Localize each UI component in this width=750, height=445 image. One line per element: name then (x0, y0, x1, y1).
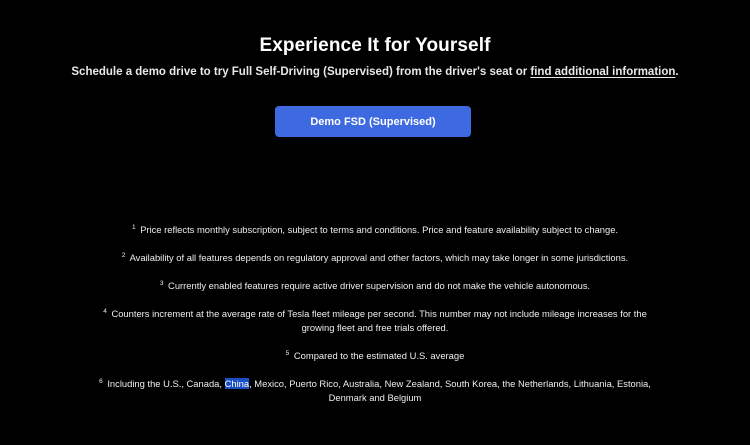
footnote-3: 3 Currently enabled features require act… (90, 279, 660, 293)
hero-subtitle-period: . (675, 66, 679, 78)
footnote-4: 4 Counters increment at the average rate… (90, 307, 660, 335)
footnote-5: 5 Compared to the estimated U.S. average (90, 349, 660, 363)
footnote-1: 1 Price reflects monthly subscription, s… (90, 223, 660, 237)
footnote-number: 5 (285, 350, 290, 357)
footnote-text: Including the U.S., Canada, (107, 378, 225, 389)
footnote-number: 3 (159, 280, 164, 287)
page: Experience It for Yourself Schedule a de… (0, 0, 750, 445)
footnote-number: 2 (121, 252, 126, 259)
footnotes: 1 Price reflects monthly subscription, s… (90, 223, 660, 419)
hero-subtitle: Schedule a demo drive to try Full Self-D… (0, 66, 750, 78)
footnote-number: 1 (131, 224, 136, 231)
footnote-2: 2 Availability of all features depends o… (90, 251, 660, 265)
footnote-number: 6 (99, 378, 103, 385)
find-additional-information-link[interactable]: find additional information (530, 66, 675, 78)
footnote-text: , Mexico, Puerto Rico, Australia, New Ze… (249, 378, 651, 403)
hero-subtitle-text: Schedule a demo drive to try Full Self-D… (71, 66, 531, 78)
selected-text-highlight: China (224, 378, 250, 389)
footnote-text: Counters increment at the average rate o… (111, 308, 647, 333)
footnote-text: Price reflects monthly subscription, sub… (140, 224, 619, 235)
footnote-number: 4 (103, 308, 107, 315)
demo-fsd-button[interactable]: Demo FSD (Supervised) (275, 106, 471, 137)
footnote-text: Availability of all features depends on … (129, 252, 629, 263)
footnote-6: 6 Including the U.S., Canada, China, Mex… (90, 377, 660, 405)
footnote-text: Compared to the estimated U.S. average (293, 350, 465, 361)
footnote-text: Currently enabled features require activ… (168, 280, 591, 291)
page-title: Experience It for Yourself (259, 35, 491, 56)
